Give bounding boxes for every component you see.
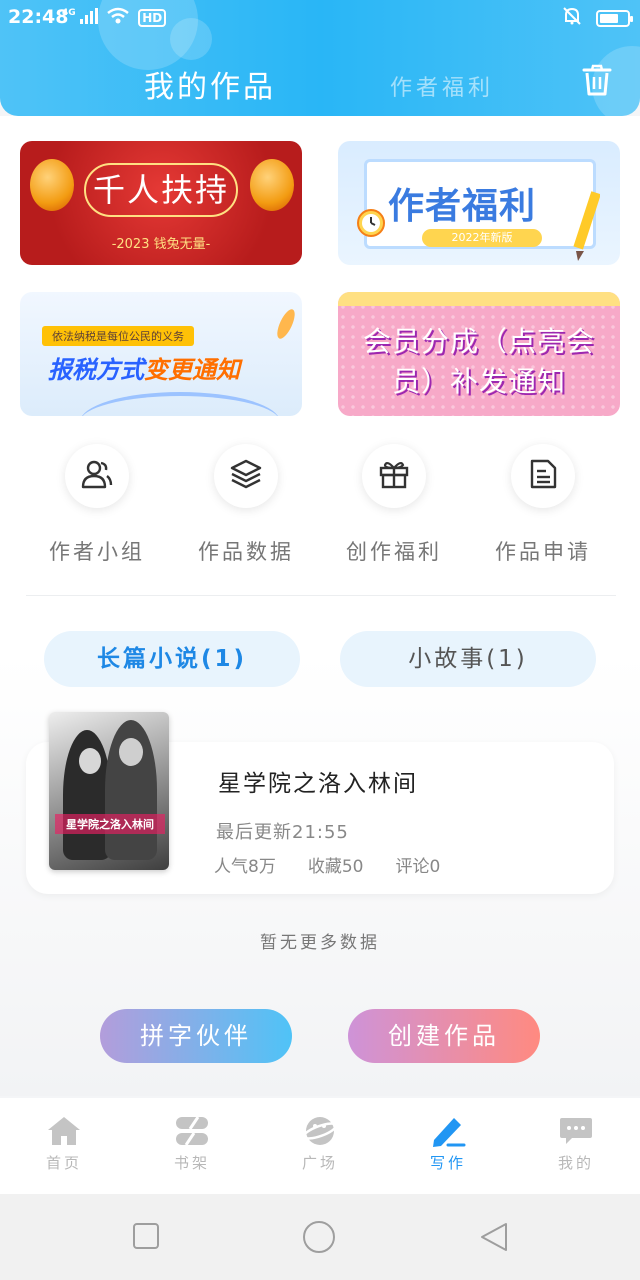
tabbar-bookshelf[interactable]: 书架 xyxy=(128,1098,256,1194)
bottom-tab-bar: 首页 书架 广场 写作 我的 xyxy=(0,1098,640,1194)
status-bar: 22:48 4G HD xyxy=(0,0,640,34)
banner-member-share-notice[interactable]: 会员分成（点亮会 员）补发通知 xyxy=(338,292,620,416)
tab-long-novel[interactable]: 长篇小说(1) xyxy=(44,631,300,687)
action-icon-circle xyxy=(65,444,129,508)
trash-icon[interactable] xyxy=(582,64,612,96)
tabbar-square[interactable]: 广场 xyxy=(256,1098,384,1194)
work-comments: 评论0 xyxy=(395,857,441,877)
mute-bell-icon xyxy=(562,6,582,31)
recent-apps-icon[interactable] xyxy=(132,1222,160,1254)
status-time: 22:48 xyxy=(8,6,69,28)
action-label: 作者小组 xyxy=(49,540,145,564)
tabbar-label: 写作 xyxy=(429,1154,466,1172)
banner-tag: 依法纳税是每位公民的义务 xyxy=(42,326,194,346)
lantern-icon xyxy=(250,159,294,211)
tabbar-home[interactable]: 首页 xyxy=(0,1098,128,1194)
banner-title: 会员分成（点亮会 员）补发通知 xyxy=(338,322,620,402)
tabbar-label: 首页 xyxy=(45,1154,82,1172)
work-favorites: 收藏50 xyxy=(307,857,364,877)
banner-title-highlight: 变更通知 xyxy=(144,356,240,384)
work-title[interactable]: 星学院之洛入林间 xyxy=(218,764,418,798)
battery-level xyxy=(600,14,618,23)
tabbar-writing[interactable]: 写作 xyxy=(384,1098,512,1194)
book-cover[interactable]: 星学院之洛入林间 xyxy=(49,712,169,870)
action-icon-circle xyxy=(362,444,426,508)
status-right xyxy=(562,6,633,31)
leaf-icon xyxy=(274,306,298,346)
banner-title-line2: 员）补发通知 xyxy=(391,365,566,398)
banner-title: 千人扶持 xyxy=(84,163,238,217)
action-work-data[interactable]: 作品数据 xyxy=(181,444,311,566)
banner-subtitle: -2023 钱兔无量- xyxy=(111,237,211,252)
pen-icon xyxy=(428,1114,468,1148)
action-author-group[interactable]: 作者小组 xyxy=(32,444,162,566)
layers-icon xyxy=(230,459,262,493)
signal-label: 4G xyxy=(62,8,76,18)
home-circle-icon[interactable] xyxy=(302,1220,336,1258)
document-icon xyxy=(528,458,558,494)
banner-author-benefits[interactable]: 作者福利 2022年新版 xyxy=(338,141,620,265)
bookshelf-icon xyxy=(172,1114,212,1148)
gift-icon xyxy=(379,459,409,493)
create-work-button[interactable]: 创建作品 xyxy=(348,1009,540,1063)
home-icon xyxy=(44,1114,84,1148)
tabbar-label: 广场 xyxy=(301,1154,338,1172)
hd-icon: HD xyxy=(138,9,167,27)
people-icon xyxy=(81,459,113,493)
tabbar-mine[interactable]: 我的 xyxy=(512,1098,640,1194)
cover-title: 星学院之洛入林间 xyxy=(55,814,165,834)
no-more-data: 暂无更多数据 xyxy=(260,933,380,953)
status-icons: 4G HD xyxy=(62,7,167,29)
banner-title-line1: 会员分成（点亮会 xyxy=(362,325,595,358)
banner-tax-notice[interactable]: 依法纳税是每位公民的义务 报税方式变更通知 xyxy=(20,292,302,416)
banner-thousand-support[interactable]: 千人扶持 -2023 钱兔无量- xyxy=(20,141,302,265)
work-updated: 最后更新21:55 xyxy=(216,822,349,843)
decor-arc xyxy=(80,392,280,416)
planet-icon xyxy=(300,1114,340,1148)
banner-title: 报税方式变更通知 xyxy=(48,350,240,385)
banner-title: 作者福利 xyxy=(388,186,537,227)
action-label: 作品数据 xyxy=(198,540,294,564)
signal-icon: 4G xyxy=(62,8,99,28)
work-stats: 人气8万 收藏50 评论0 xyxy=(214,852,440,877)
banner-title-part: 报税方式 xyxy=(48,356,144,384)
system-nav-bar xyxy=(0,1194,640,1280)
work-popularity: 人气8万 xyxy=(214,857,276,877)
cover-face xyxy=(119,738,143,766)
action-icon-circle xyxy=(214,444,278,508)
divider xyxy=(26,595,616,596)
alarm-clock-icon xyxy=(354,205,388,243)
action-work-application[interactable]: 作品申请 xyxy=(478,444,608,566)
wifi-icon xyxy=(106,7,130,29)
tab-short-story[interactable]: 小故事(1) xyxy=(340,631,596,687)
app-header: 22:48 4G HD 我的作品 作者福利 xyxy=(0,0,640,116)
action-icon-circle xyxy=(511,444,575,508)
tab-my-works[interactable]: 我的作品 xyxy=(144,62,276,106)
action-label: 创作福利 xyxy=(346,540,442,564)
action-label: 作品申请 xyxy=(495,540,591,564)
cover-face xyxy=(79,748,101,774)
back-icon[interactable] xyxy=(480,1222,508,1256)
writing-partner-button[interactable]: 拼字伙伴 xyxy=(100,1009,292,1063)
action-creation-benefits[interactable]: 创作福利 xyxy=(329,444,459,566)
pencil-icon xyxy=(570,187,601,265)
battery-icon xyxy=(596,10,633,27)
chat-bubble-icon xyxy=(556,1114,596,1148)
decor-band xyxy=(338,292,620,306)
tabbar-label: 书架 xyxy=(173,1154,210,1172)
tab-author-benefits[interactable]: 作者福利 xyxy=(390,70,494,102)
banner-badge: 2022年新版 xyxy=(422,229,542,247)
lantern-icon xyxy=(30,159,74,211)
tabbar-label: 我的 xyxy=(557,1154,594,1172)
